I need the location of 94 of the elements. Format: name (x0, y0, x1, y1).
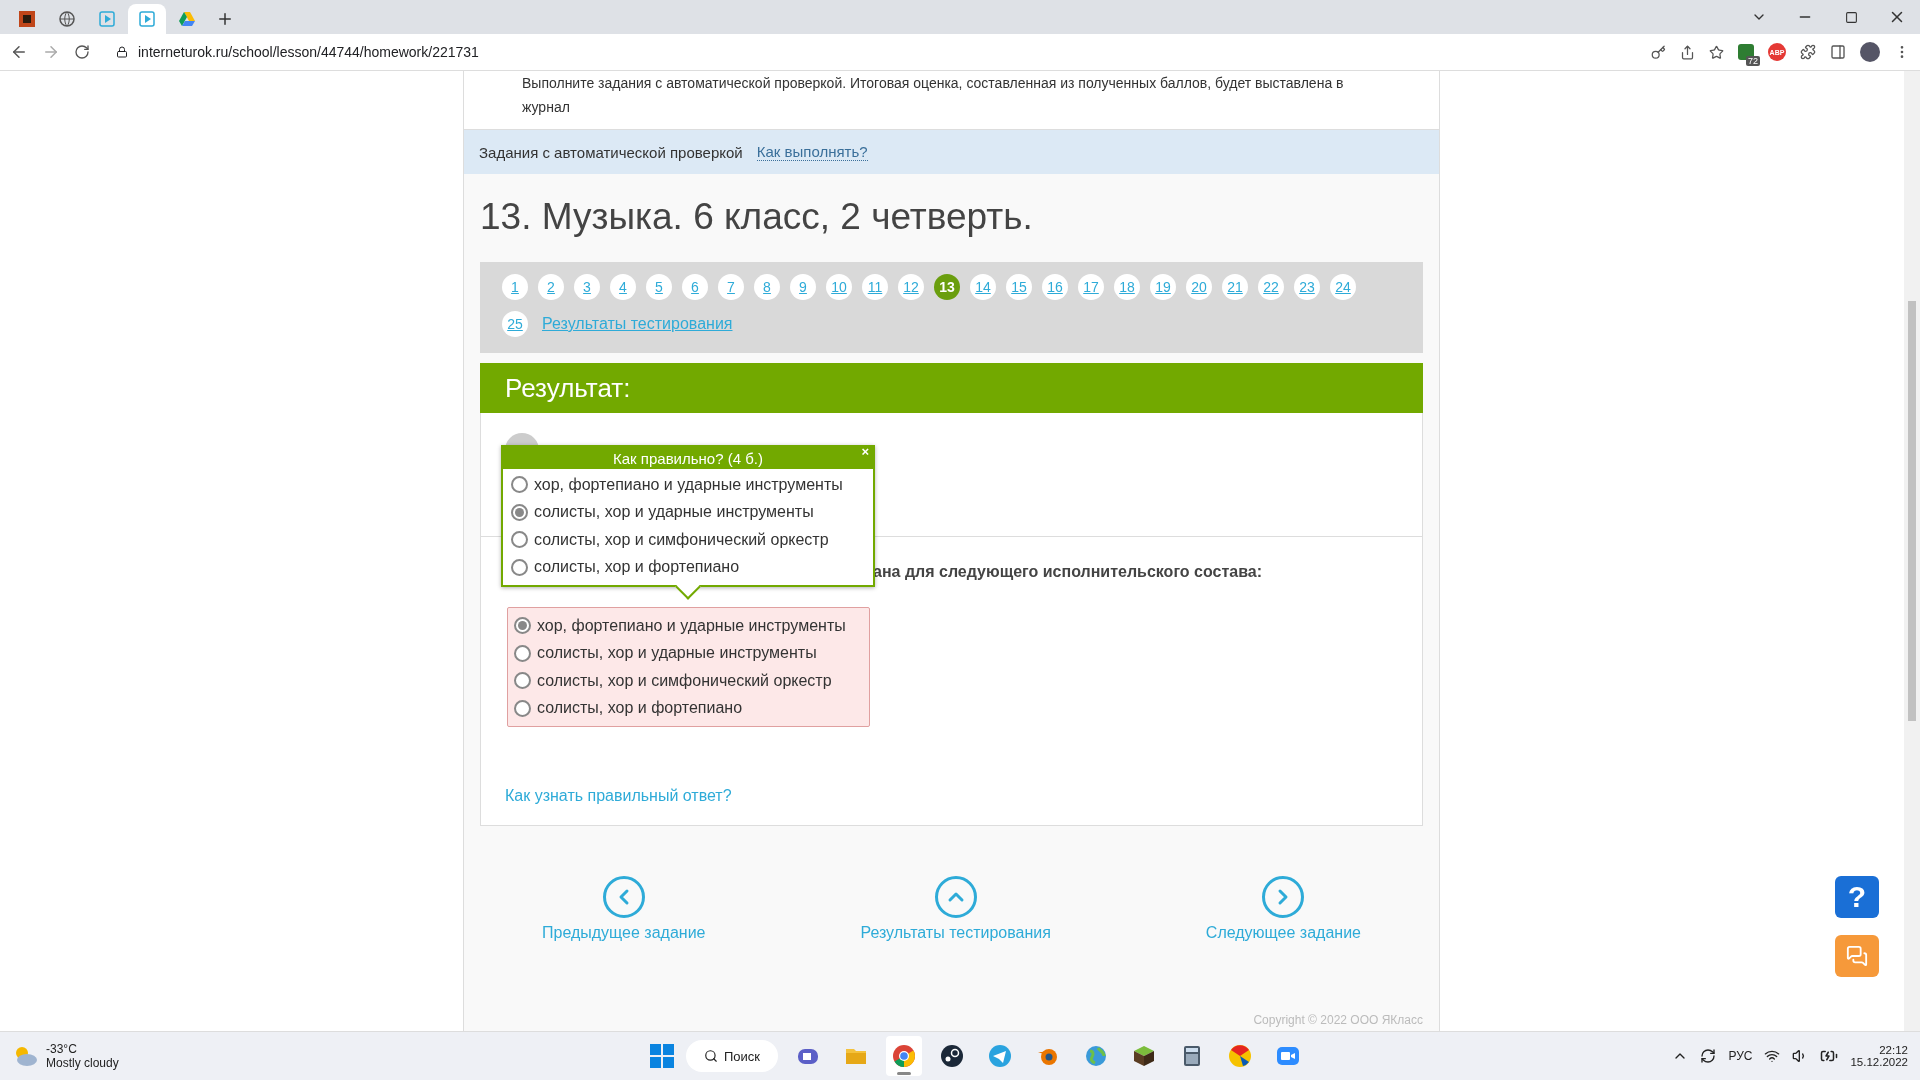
radio-button[interactable] (511, 503, 528, 521)
page-number[interactable]: 12 (898, 274, 924, 300)
new-tab-icon[interactable] (216, 10, 234, 28)
auto-check-label: Задания с автоматической проверкой (479, 143, 743, 161)
page-number[interactable]: 17 (1078, 274, 1104, 300)
option-label: хор, фортепиано и ударные инструменты (534, 475, 843, 494)
profile-avatar[interactable] (1860, 42, 1880, 62)
ball-icon (1228, 1044, 1253, 1068)
search-icon (704, 1049, 718, 1063)
weather-text: Mostly cloudy (46, 1056, 119, 1070)
radio-button[interactable] (514, 672, 531, 690)
instructions-text: Выполните задания с автоматической проверкой. Итоговая оценка, составленная из полученных баллов, будет выставлена в журнал (464, 71, 1439, 130)
page-number[interactable]: 19 (1150, 274, 1176, 300)
play-icon (99, 11, 115, 27)
page-number[interactable]: 22 (1258, 274, 1284, 300)
globe-icon (1084, 1044, 1109, 1068)
page-number[interactable]: 11 (862, 274, 888, 300)
help-link[interactable]: Как узнать правильный ответ? (505, 787, 1422, 805)
lock-icon (116, 46, 128, 58)
camera-icon (1276, 1044, 1301, 1068)
page-number[interactable]: 3 (574, 274, 600, 300)
page-number[interactable]: 15 (1006, 274, 1032, 300)
extension-icon[interactable] (1738, 44, 1754, 60)
page-number[interactable]: 14 (970, 274, 996, 300)
block-icon (19, 11, 35, 27)
page-number[interactable]: 2 (538, 274, 564, 300)
scrollbar-thumb[interactable] (1908, 301, 1916, 721)
option-label: солисты, хор и фортепиано (537, 699, 743, 718)
back-icon[interactable] (10, 43, 28, 61)
clock-time[interactable]: 22:12 (1879, 1044, 1908, 1056)
option-label: солисты, хор и ударные инструменты (534, 503, 814, 522)
page-number[interactable]: 5 (646, 274, 672, 300)
chrome-icon (892, 1044, 917, 1068)
page-number[interactable]: 1 (502, 274, 528, 300)
page-number[interactable]: 7 (718, 274, 744, 300)
reload-icon[interactable] (74, 44, 90, 60)
language-indicator[interactable]: РУС (1728, 1049, 1753, 1063)
key-icon[interactable] (1651, 44, 1666, 60)
globe-icon (59, 11, 75, 27)
page-number[interactable]: 13 (934, 274, 960, 300)
page-number[interactable]: 18 (1114, 274, 1140, 300)
results-link[interactable]: Результаты тестирования (542, 315, 733, 333)
page-number[interactable]: 10 (826, 274, 852, 300)
clock-date[interactable]: 15.12.2022 (1850, 1056, 1908, 1068)
radio-button[interactable] (514, 617, 531, 635)
sync-icon[interactable] (1700, 1048, 1717, 1064)
nav-link[interactable]: Результаты тестирования (860, 876, 1051, 942)
option-label: солисты, хор и симфонический оркестр (537, 671, 832, 690)
page-number[interactable]: 8 (754, 274, 780, 300)
radio-button[interactable] (514, 699, 531, 717)
page-number[interactable]: 9 (790, 274, 816, 300)
how-to-link[interactable]: Как выполнять? (756, 143, 868, 161)
cube-icon (1132, 1044, 1157, 1068)
page-number[interactable]: 16 (1042, 274, 1068, 300)
option-label: солисты, хор и фортепиано (534, 558, 740, 577)
radio-button[interactable] (511, 476, 528, 494)
extensions-icon[interactable] (1800, 44, 1816, 60)
page-number[interactable]: 20 (1186, 274, 1212, 300)
radio-button[interactable] (511, 531, 528, 549)
taskbar-search[interactable]: Поиск (686, 1040, 779, 1072)
page-number[interactable]: 21 (1222, 274, 1248, 300)
copyright-text: Copyright © 2022 ООО ЯКласс (1253, 1013, 1423, 1027)
question-text: ана для следующего исполнительского состава: (873, 563, 1262, 580)
radio-button[interactable] (511, 558, 528, 576)
side-panel-icon[interactable] (1830, 44, 1846, 60)
option-label: солисты, хор и симфонический оркестр (534, 530, 829, 549)
result-header: Результат: (480, 363, 1423, 413)
lesson-title: 13. Музыка. 6 класс, 2 четверть. (480, 196, 1034, 238)
page-number[interactable]: 25 (502, 311, 528, 337)
temperature-text: -33°C (46, 1042, 78, 1056)
telegram-icon (988, 1044, 1013, 1068)
close-button[interactable]: × (859, 444, 871, 459)
extension-badge: 72 (1746, 56, 1760, 66)
play-icon (139, 11, 155, 27)
page-number[interactable]: 24 (1330, 274, 1356, 300)
nav-link[interactable]: Следующее задание (1205, 876, 1361, 942)
page-number[interactable]: 4 (610, 274, 636, 300)
nav-link[interactable]: Предыдущее задание (542, 876, 706, 942)
popup-title: Как правильно? (4 б.) (613, 449, 763, 467)
share-icon[interactable] (1680, 44, 1695, 60)
chat-icon (1846, 945, 1868, 967)
steam-icon (940, 1044, 965, 1068)
bookmark-star-icon[interactable] (1709, 44, 1724, 60)
page-number[interactable]: 23 (1294, 274, 1320, 300)
option-label: хор, фортепиано и ударные инструменты (537, 616, 846, 635)
start-icon[interactable] (650, 1044, 674, 1068)
page-number[interactable]: 6 (682, 274, 708, 300)
help-button[interactable]: ? (1835, 876, 1879, 918)
restore-icon[interactable] (1844, 10, 1858, 24)
option-label: солисты, хор и ударные инструменты (537, 644, 817, 663)
address-field[interactable]: interneturok.ru/school/lesson/44744/homework/221731 (138, 44, 479, 60)
drive-icon (179, 11, 195, 27)
wifi-icon[interactable] (1764, 1048, 1781, 1064)
radio-button[interactable] (514, 644, 531, 662)
